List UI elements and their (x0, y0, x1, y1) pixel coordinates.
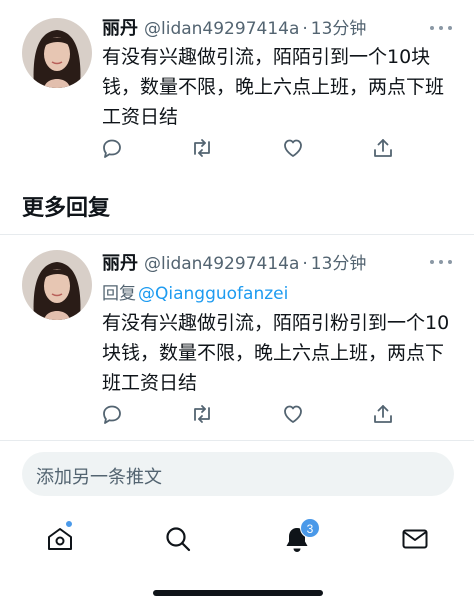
separator-dot: · (302, 19, 308, 39)
avatar[interactable] (22, 18, 92, 88)
like-icon[interactable] (281, 136, 305, 160)
tweet-actions (100, 136, 400, 160)
search-icon[interactable] (163, 524, 193, 554)
display-name[interactable]: 丽丹 (102, 14, 138, 40)
separator-dot: · (302, 254, 308, 274)
tweet-text: 有没有兴趣做引流，陌陌引粉引到一个10块钱，数量不限，晚上六点上班，两点下班工资… (102, 312, 450, 394)
more-options-icon[interactable] (430, 260, 452, 266)
retweet-icon[interactable] (190, 136, 214, 160)
reply-icon[interactable] (100, 402, 124, 426)
compose-placeholder: 添加另一条推文 (36, 467, 162, 488)
home-icon[interactable] (45, 520, 75, 554)
replying-to-label: 回复 (102, 284, 136, 304)
more-options-icon[interactable] (430, 26, 452, 32)
home-indicator[interactable] (153, 590, 323, 596)
tweet-text: 有没有兴趣做引流，陌陌引到一个10块钱，数量不限，晚上六点上班，两点下班工资日结 (102, 46, 445, 128)
reply-icon[interactable] (100, 136, 124, 160)
section-title-more-replies: 更多回复 (22, 196, 111, 221)
notifications-icon[interactable]: 3 (282, 518, 320, 554)
share-icon[interactable] (371, 402, 395, 426)
display-name[interactable]: 丽丹 (102, 249, 138, 275)
divider (0, 234, 474, 235)
messages-icon[interactable] (400, 524, 430, 554)
notification-count-badge: 3 (300, 518, 320, 538)
avatar[interactable] (22, 250, 92, 320)
mention-link[interactable]: @Qiangguofanzei (138, 284, 288, 304)
unread-dot (65, 520, 73, 528)
timestamp[interactable]: 13分钟 (311, 249, 367, 274)
share-icon[interactable] (371, 136, 395, 160)
retweet-icon[interactable] (190, 402, 214, 426)
divider (0, 440, 474, 441)
compose-reply-input[interactable]: 添加另一条推文 (22, 452, 454, 496)
timestamp[interactable]: 13分钟 (311, 14, 367, 39)
user-handle[interactable]: @lidan49297414a (144, 19, 299, 39)
bottom-tab-bar: 3 (0, 512, 474, 564)
user-handle[interactable]: @lidan49297414a (144, 254, 299, 274)
replying-to: 回复 @Qiangguofanzei (102, 279, 288, 304)
like-icon[interactable] (281, 402, 305, 426)
tweet-actions (100, 402, 400, 426)
